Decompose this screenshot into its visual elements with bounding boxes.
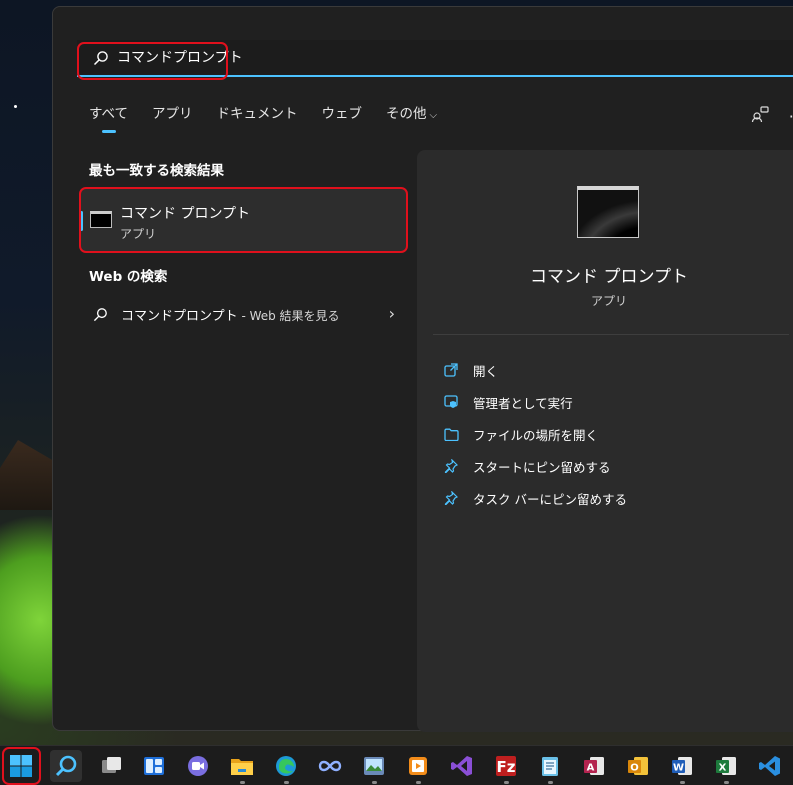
open-icon bbox=[443, 362, 459, 378]
photos-app-icon[interactable] bbox=[358, 750, 390, 784]
task-view-icon[interactable] bbox=[95, 750, 127, 782]
taskbar: Fz A O W X bbox=[0, 745, 793, 785]
action-pin-to-taskbar[interactable]: タスク バーにピン留めする bbox=[443, 482, 627, 514]
pin-icon bbox=[443, 458, 459, 474]
search-input[interactable] bbox=[117, 40, 793, 73]
chevron-down-icon: ⌵ bbox=[429, 110, 438, 121]
preview-subtitle: アプリ bbox=[590, 294, 627, 308]
web-search-result[interactable]: コマンドプロンプト - Web 結果を見る › bbox=[89, 299, 395, 329]
preview-pane: コマンド プロンプト アプリ 開く 管理者として実行 ファイルの場所を開く スタ… bbox=[417, 150, 793, 732]
media-player-icon[interactable] bbox=[402, 750, 434, 784]
notepad-icon[interactable] bbox=[534, 750, 566, 784]
running-indicator bbox=[548, 781, 553, 784]
star bbox=[14, 105, 17, 108]
run-as-admin-icon bbox=[443, 394, 459, 410]
infinity-app-icon[interactable] bbox=[314, 750, 346, 782]
action-open[interactable]: 開く bbox=[443, 354, 627, 386]
web-search-heading: Web の検索 bbox=[89, 269, 168, 285]
vscode-icon[interactable] bbox=[754, 750, 786, 782]
tab-web[interactable]: ウェブ bbox=[322, 103, 363, 127]
web-search-suffix: - Web 結果を見る bbox=[237, 309, 340, 323]
svg-text:X: X bbox=[719, 763, 727, 774]
svg-text:Fz: Fz bbox=[497, 758, 516, 776]
header-actions: ··· bbox=[751, 105, 793, 127]
svg-text:A: A bbox=[587, 763, 595, 774]
action-run-as-admin-label: 管理者として実行 bbox=[473, 395, 573, 411]
running-indicator bbox=[416, 781, 421, 784]
outlook-icon[interactable]: O bbox=[622, 750, 654, 782]
more-options-icon[interactable]: ··· bbox=[789, 107, 793, 126]
command-prompt-icon bbox=[90, 211, 112, 228]
account-switch-icon[interactable] bbox=[751, 105, 769, 127]
best-match-heading: 最も一致する検索結果 bbox=[89, 163, 224, 179]
visual-studio-icon[interactable] bbox=[446, 750, 478, 782]
action-open-file-location-label: ファイルの場所を開く bbox=[473, 427, 599, 443]
action-pin-to-start[interactable]: スタートにピン留めする bbox=[443, 450, 627, 482]
action-open-label: 開く bbox=[473, 363, 499, 379]
best-match-subtitle: アプリ bbox=[120, 227, 157, 241]
action-run-as-admin[interactable]: 管理者として実行 bbox=[443, 386, 627, 418]
web-search-query: コマンドプロンプト bbox=[121, 309, 238, 324]
action-open-file-location[interactable]: ファイルの場所を開く bbox=[443, 418, 627, 450]
access-icon[interactable]: A bbox=[578, 750, 610, 782]
file-explorer-icon[interactable] bbox=[226, 750, 258, 784]
filezilla-icon[interactable]: Fz bbox=[490, 750, 522, 784]
search-box[interactable] bbox=[77, 40, 793, 77]
search-panel: すべて アプリ ドキュメント ウェブ その他⌵ ··· 最も一致する検索結果 コ… bbox=[52, 6, 793, 732]
running-indicator bbox=[724, 781, 729, 784]
windows-start-icon[interactable] bbox=[5, 750, 37, 782]
search-filter-tabs: すべて アプリ ドキュメント ウェブ その他 ⌵ bbox=[89, 103, 461, 133]
folder-icon bbox=[443, 426, 459, 442]
chevron-right-icon: › bbox=[388, 304, 395, 323]
tab-more[interactable]: その他 ⌵ bbox=[386, 103, 437, 127]
word-icon[interactable]: W bbox=[666, 750, 698, 784]
teams-chat-icon[interactable] bbox=[182, 750, 214, 782]
search-icon bbox=[93, 50, 109, 70]
widgets-icon[interactable] bbox=[138, 750, 170, 782]
svg-text:W: W bbox=[673, 763, 684, 774]
tab-more-label: その他 bbox=[386, 106, 427, 122]
search-icon[interactable] bbox=[50, 750, 82, 782]
running-indicator bbox=[680, 781, 685, 784]
edge-icon[interactable] bbox=[270, 750, 302, 784]
running-indicator bbox=[504, 781, 509, 784]
selection-accent bbox=[80, 211, 83, 231]
best-match-title: コマンド プロンプト bbox=[120, 206, 251, 222]
preview-title: コマンド プロンプト bbox=[530, 267, 688, 287]
svg-text:O: O bbox=[630, 763, 639, 774]
action-pin-to-taskbar-label: タスク バーにピン留めする bbox=[473, 491, 627, 507]
action-pin-to-start-label: スタートにピン留めする bbox=[473, 459, 611, 475]
mountain bbox=[0, 440, 60, 510]
preview-actions: 開く 管理者として実行 ファイルの場所を開く スタートにピン留めする タスク バ… bbox=[443, 354, 627, 514]
tab-apps[interactable]: アプリ bbox=[152, 103, 193, 127]
search-icon bbox=[93, 307, 108, 326]
running-indicator bbox=[240, 781, 245, 784]
running-indicator bbox=[372, 781, 377, 784]
pin-icon bbox=[443, 490, 459, 506]
tab-all[interactable]: すべて bbox=[89, 103, 128, 133]
best-match-result[interactable]: コマンド プロンプト アプリ bbox=[80, 189, 407, 253]
web-search-text: コマンドプロンプト - Web 結果を見る bbox=[121, 305, 340, 324]
command-prompt-large-icon bbox=[577, 186, 639, 238]
excel-icon[interactable]: X bbox=[710, 750, 742, 784]
running-indicator bbox=[284, 781, 289, 784]
divider bbox=[433, 334, 789, 335]
tab-documents[interactable]: ドキュメント bbox=[217, 103, 298, 127]
